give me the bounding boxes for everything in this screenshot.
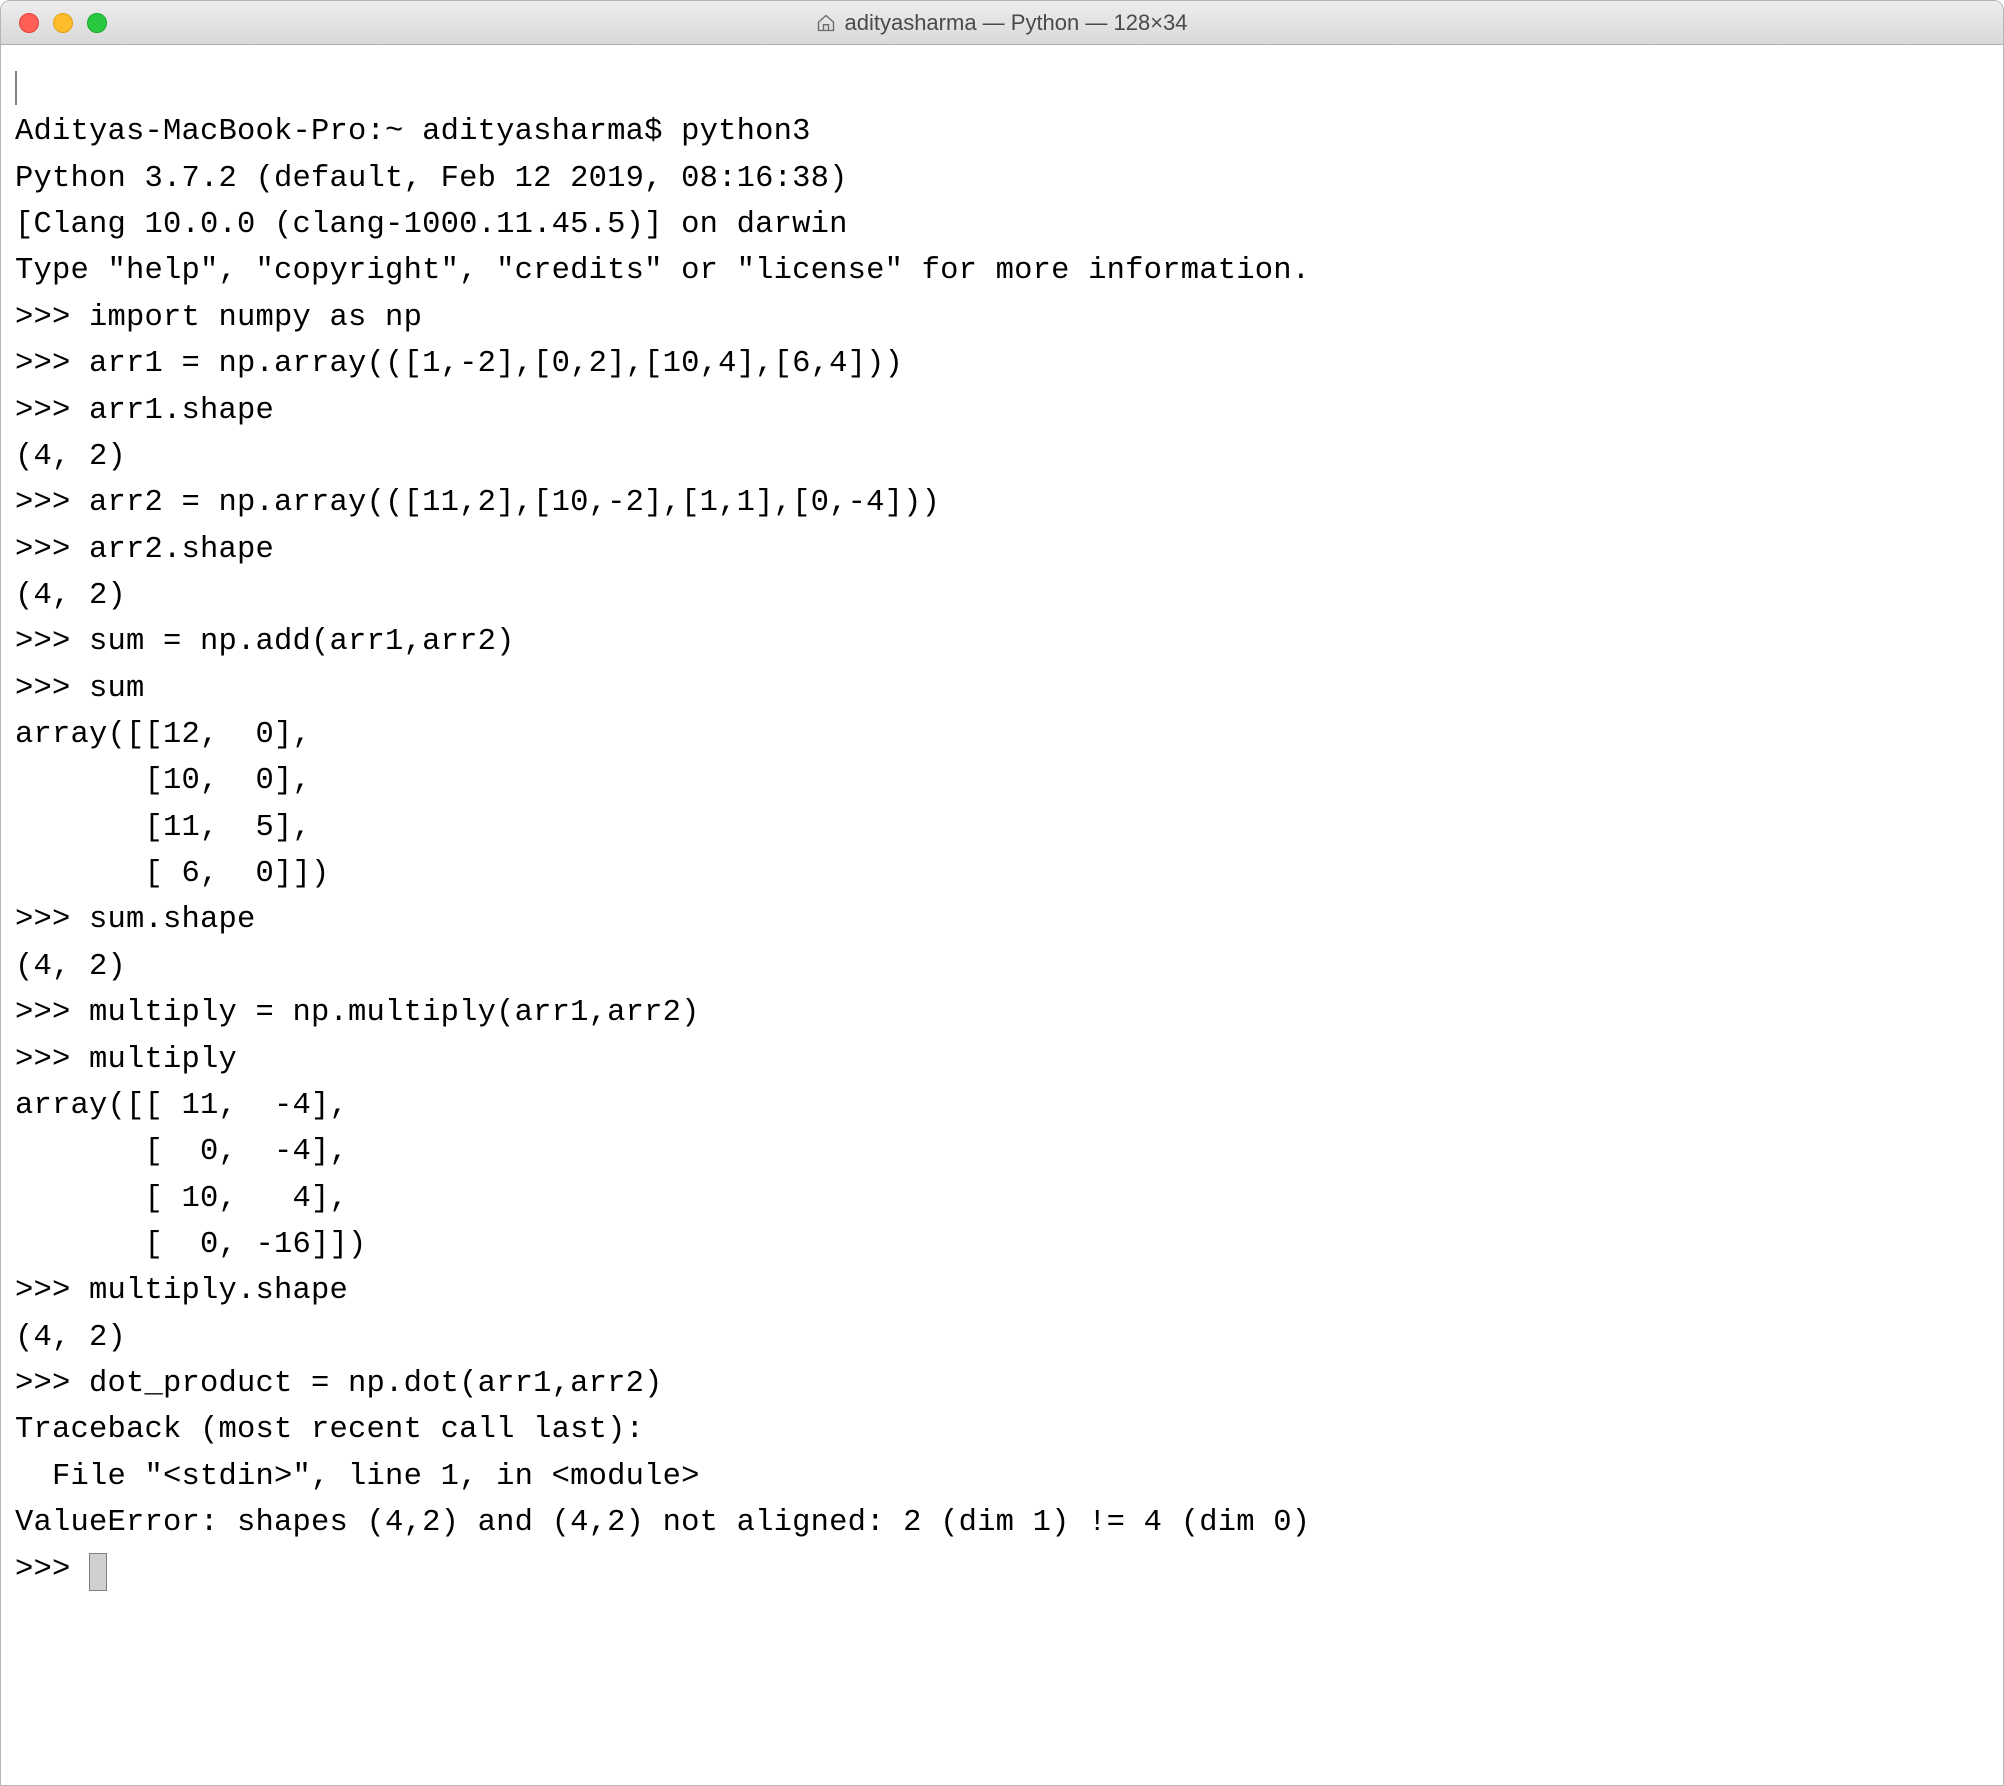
window-title: adityasharma — Python — 128×34 [844, 10, 1187, 36]
window-titlebar[interactable]: adityasharma — Python — 128×34 [1, 1, 2003, 45]
window-title-wrap: adityasharma — Python — 128×34 [1, 10, 2003, 36]
home-icon [816, 13, 836, 33]
terminal-output[interactable]: Adityas-MacBook-Pro:~ adityasharma$ pyth… [1, 45, 2003, 1785]
terminal-window: adityasharma — Python — 128×34 Adityas-M… [0, 0, 2004, 1786]
text-cursor [89, 1553, 107, 1591]
close-button[interactable] [19, 13, 39, 33]
traffic-lights [1, 13, 107, 33]
terminal-text: Adityas-MacBook-Pro:~ adityasharma$ pyth… [15, 115, 1310, 1586]
text-cursor-start [15, 71, 17, 105]
minimize-button[interactable] [53, 13, 73, 33]
maximize-button[interactable] [87, 13, 107, 33]
